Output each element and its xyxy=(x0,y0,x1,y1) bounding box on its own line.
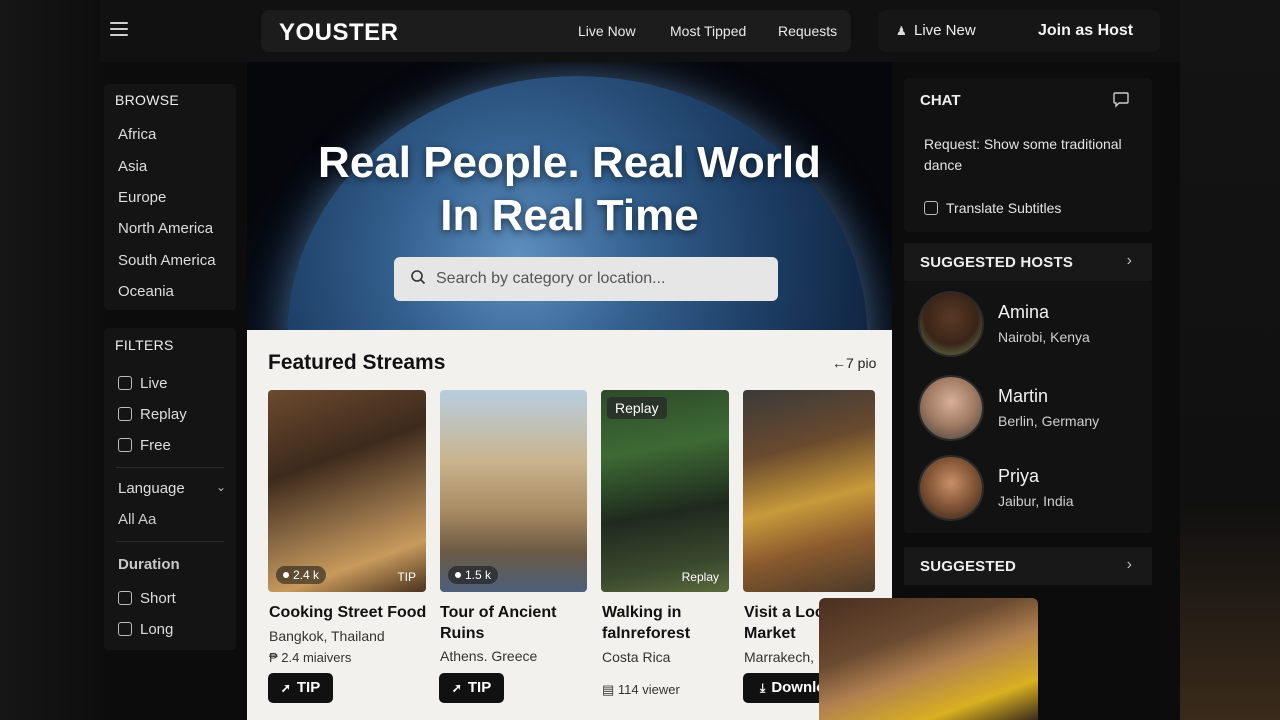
host-item-priya[interactable]: Priya Jaibur, India xyxy=(918,455,1138,521)
host-location: Berlin, Germany xyxy=(998,413,1100,429)
duration-long-checkbox[interactable]: Long xyxy=(118,621,173,639)
host-name: Amina xyxy=(998,302,1050,322)
avatar xyxy=(918,455,984,521)
live-dot-icon xyxy=(455,572,461,578)
host-name: Priya xyxy=(998,466,1040,486)
region-north-america[interactable]: North America xyxy=(118,220,213,237)
filters-title: FILTERS xyxy=(115,337,174,353)
chat-message: Request: Show some traditional dance xyxy=(924,136,1122,173)
stream-viewers-rainforest: ▤ 114 viewer xyxy=(602,682,680,697)
nav-live-now[interactable]: Live Now xyxy=(578,23,636,39)
replay-badge: Replay xyxy=(607,397,667,419)
filter-free-checkbox[interactable]: Free xyxy=(118,437,171,455)
suggested-header[interactable]: SUGGESTED › xyxy=(904,547,1152,585)
checkbox-icon xyxy=(924,201,938,215)
hero-banner: Real People. Real World In Real Time Sea… xyxy=(247,62,892,330)
suggested-hosts-header[interactable]: SUGGESTED HOSTS › xyxy=(904,243,1152,281)
join-as-host-button[interactable]: Join as Host xyxy=(1038,22,1133,40)
checkbox-icon xyxy=(118,438,132,452)
top-bar: YOUSTER Live Now Most Tipped Requests ♟ L… xyxy=(100,0,1180,62)
suggested-stream-thumbnail[interactable] xyxy=(819,598,1038,720)
viewer-count-badge: 2.4 k xyxy=(276,566,327,584)
chat-panel: CHAT Request: Show some traditional danc… xyxy=(904,78,1152,232)
user-icon: ♟ xyxy=(896,24,907,38)
hero-title-line2: In Real Time xyxy=(440,191,699,240)
browse-panel: BROWSE Africa Asia Europe North America … xyxy=(104,84,236,310)
tip-button-cooking[interactable]: ➚ TIP xyxy=(268,673,333,703)
region-oceania[interactable]: Oceania xyxy=(118,283,174,300)
filter-replay-checkbox[interactable]: Replay xyxy=(118,406,187,424)
region-south-america[interactable]: South America xyxy=(118,252,216,269)
divider xyxy=(116,541,224,542)
checkbox-icon xyxy=(118,376,132,390)
checkbox-icon xyxy=(118,407,132,421)
stream-thumbnail-ruins[interactable]: 1.5 k xyxy=(440,390,587,592)
stream-title-cooking[interactable]: Cooking Street Food xyxy=(269,602,429,623)
stream-meta-cooking: ₱ 2.4 miaivers xyxy=(269,650,352,665)
stream-thumbnail-market[interactable] xyxy=(743,390,875,592)
brand-nav-bar: YOUSTER Live Now Most Tipped Requests xyxy=(261,10,851,52)
host-name: Martin xyxy=(998,386,1049,406)
nav-most-tipped[interactable]: Most Tipped xyxy=(670,23,746,39)
background-left xyxy=(0,0,100,720)
host-location: Nairobi, Kenya xyxy=(998,329,1090,345)
avatar xyxy=(918,291,984,357)
hamburger-menu-icon[interactable] xyxy=(110,22,128,38)
filters-panel: FILTERS Live Replay Free Language ⌄ All A… xyxy=(104,328,236,650)
nav-requests[interactable]: Requests xyxy=(778,23,837,39)
divider xyxy=(116,467,224,468)
host-item-amina[interactable]: Amina Nairobi, Kenya xyxy=(918,291,1138,357)
search-icon xyxy=(411,270,426,285)
checkbox-icon xyxy=(118,622,132,636)
host-item-martin[interactable]: Martin Berlin, Germany xyxy=(918,375,1138,441)
app: YOUSTER Live Now Most Tipped Requests ♟ L… xyxy=(100,0,1180,720)
region-europe[interactable]: Europe xyxy=(118,189,166,206)
chat-title: CHAT xyxy=(920,92,961,109)
search-placeholder: Search by category or location... xyxy=(436,270,666,287)
stream-thumbnail-rainforest[interactable]: Replay Replay xyxy=(601,390,729,592)
chevron-down-icon: ⌄ xyxy=(215,480,226,494)
avatar xyxy=(918,375,984,441)
featured-more-link[interactable]: ←7 pio xyxy=(832,355,876,371)
hero-title-line1: Real People. Real World xyxy=(318,138,821,187)
background-right xyxy=(1180,0,1280,720)
download-icon: ⤓ xyxy=(760,681,766,695)
featured-streams-section: Featured Streams ←7 pio 2.4 k TIP Cookin… xyxy=(247,330,892,720)
stream-title-ruins[interactable]: Tour of Ancient Ruins xyxy=(440,602,580,644)
duration-title: Duration xyxy=(118,556,180,573)
duration-short-checkbox[interactable]: Short xyxy=(118,590,176,608)
language-value: All Aa xyxy=(118,511,157,528)
chat-bubble-icon[interactable] xyxy=(1112,90,1130,108)
live-dot-icon xyxy=(283,572,289,578)
tip-icon: ➚ xyxy=(451,681,462,695)
header-actions: ♟ Live New Join as Host xyxy=(878,10,1160,52)
viewer-icon: ▤ xyxy=(602,682,618,697)
featured-title: Featured Streams xyxy=(268,351,446,374)
replay-tag: Replay xyxy=(681,570,719,584)
checkbox-icon xyxy=(118,591,132,605)
tip-button-ruins[interactable]: ➚ TIP xyxy=(439,673,504,703)
stream-location-ruins: Athens. Greece xyxy=(440,648,538,664)
chevron-right-icon: › xyxy=(1126,556,1132,573)
search-input[interactable]: Search by category or location... xyxy=(394,257,778,301)
tip-tag: TIP xyxy=(397,570,416,584)
host-location: Jaibur, India xyxy=(998,493,1074,509)
filter-live-checkbox[interactable]: Live xyxy=(118,375,168,393)
tip-icon: ➚ xyxy=(280,681,291,695)
stream-location-cooking: Bangkok, Thailand xyxy=(269,628,385,644)
browse-title: BROWSE xyxy=(115,92,180,108)
language-dropdown[interactable]: Language ⌄ xyxy=(118,480,226,497)
chevron-right-icon: › xyxy=(1126,252,1132,269)
viewer-count-badge: 1.5 k xyxy=(448,566,499,584)
stream-location-rainforest: Costa Rica xyxy=(602,649,671,665)
stream-title-rainforest[interactable]: Walking in falnreforest xyxy=(602,602,727,644)
translate-subtitles-checkbox[interactable]: Translate Subtitles xyxy=(924,200,1061,216)
region-africa[interactable]: Africa xyxy=(118,126,156,143)
brand-logo[interactable]: YOUSTER xyxy=(279,19,399,47)
region-asia[interactable]: Asia xyxy=(118,158,147,175)
live-new-button[interactable]: ♟ Live New xyxy=(896,22,976,39)
stream-thumbnail-cooking[interactable]: 2.4 k TIP xyxy=(268,390,426,592)
suggested-hosts-list: Amina Nairobi, Kenya Martin Berlin, Germ… xyxy=(904,281,1152,533)
